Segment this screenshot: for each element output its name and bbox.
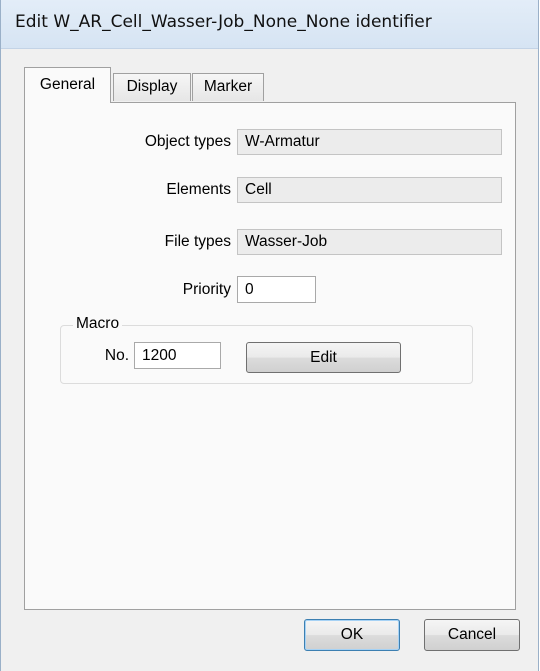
object-types-label: Object types xyxy=(144,133,231,150)
tab-display[interactable]: Display xyxy=(113,73,191,101)
macro-group-label: Macro xyxy=(73,315,123,333)
cancel-button[interactable]: Cancel xyxy=(424,619,520,651)
elements-label: Elements xyxy=(166,181,231,198)
window-title: Edit W_AR_Cell_Wasser-Job_None_None iden… xyxy=(15,12,432,32)
tab-general[interactable]: General xyxy=(24,67,111,103)
title-bar[interactable]: Edit W_AR_Cell_Wasser-Job_None_None iden… xyxy=(1,0,538,49)
file-types-label: File types xyxy=(164,233,231,250)
dialog-window: Edit W_AR_Cell_Wasser-Job_None_None iden… xyxy=(0,0,539,671)
file-types-field[interactable]: Wasser-Job xyxy=(237,229,502,255)
object-types-field[interactable]: W-Armatur xyxy=(237,129,502,155)
priority-input[interactable]: 0 xyxy=(237,276,316,303)
tab-marker[interactable]: Marker xyxy=(192,73,264,101)
macro-no-label: No. xyxy=(104,347,129,364)
priority-label: Priority xyxy=(182,281,231,298)
ok-button[interactable]: OK xyxy=(304,619,400,651)
macro-edit-button[interactable]: Edit xyxy=(246,342,401,373)
macro-number-input[interactable]: 1200 xyxy=(134,342,221,369)
elements-field[interactable]: Cell xyxy=(237,177,502,203)
